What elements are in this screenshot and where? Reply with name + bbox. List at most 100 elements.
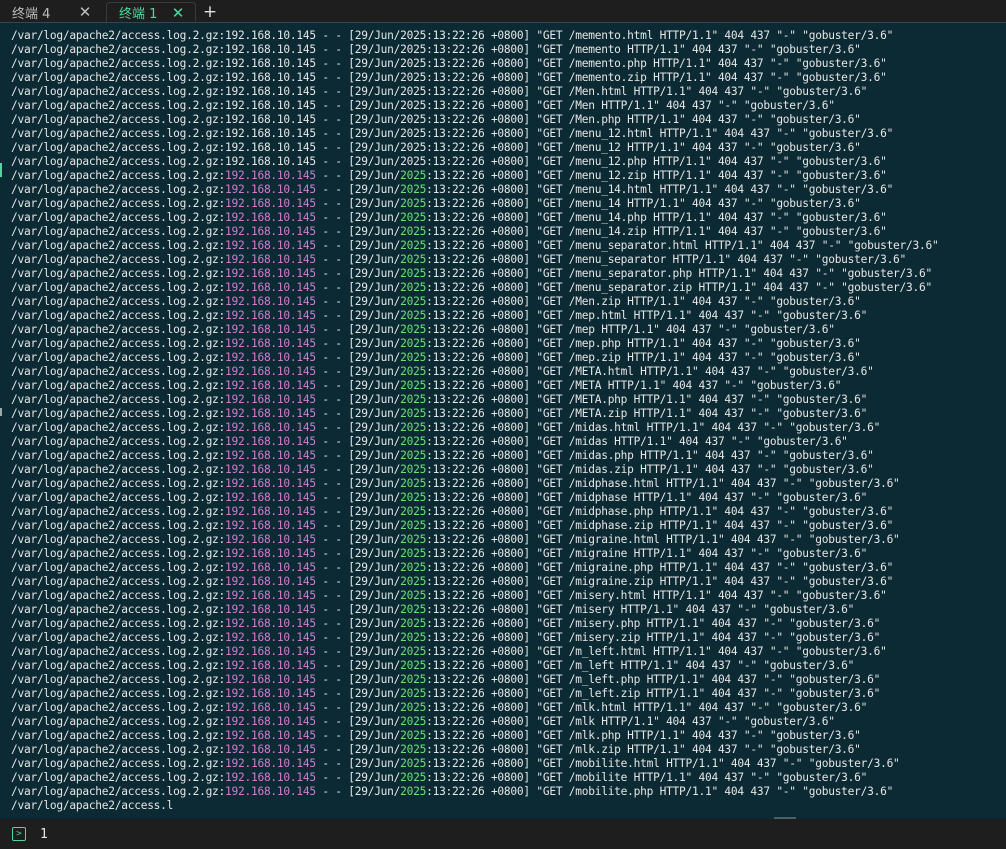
log-request: "GET /mobilite.html HTTP/1.1" 404 437 "-… (536, 757, 900, 770)
log-time: :13:22:26 +0800] (426, 645, 537, 658)
log-file-prefix: /var/log/apache2/access.log.2.gz: (11, 295, 226, 308)
log-file-prefix: /var/log/apache2/access.log.2.gz: (11, 211, 226, 224)
log-time: :13:22:26 +0800] (426, 505, 537, 518)
log-ip: 192.168.10.145 (225, 463, 316, 476)
log-file-prefix: /var/log/apache2/access.log.2.gz: (11, 57, 226, 70)
log-date: - - [29/Jun/ (315, 771, 401, 784)
log-date: - - [29/Jun/ (315, 197, 401, 210)
log-date: - - [29/Jun/ (315, 295, 401, 308)
log-line: /var/log/apache2/access.log.2.gz:192.168… (11, 771, 938, 785)
log-file-prefix: /var/log/apache2/access.log.2.gz: (11, 323, 226, 336)
log-request: "GET /menu_12.html HTTP/1.1" 404 437 "-"… (536, 127, 894, 140)
log-line: /var/log/apache2/access.log.2.gz:192.168… (11, 183, 938, 197)
log-request: "GET /Men.php HTTP/1.1" 404 437 "-" "gob… (536, 113, 861, 126)
close-icon[interactable]: ✕ (78, 5, 92, 20)
log-request: "GET /memento.html HTTP/1.1" 404 437 "-"… (536, 29, 894, 42)
log-line: /var/log/apache2/access.log.2.gz:192.168… (11, 519, 938, 533)
tab-terminal-1[interactable]: 终端 1 ✕ (106, 2, 196, 22)
log-line: /var/log/apache2/access.log.2.gz:192.168… (11, 337, 938, 351)
log-year: 2025 (400, 169, 427, 182)
log-request: "GET /mlk.html HTTP/1.1" 404 437 "-" "go… (536, 701, 868, 714)
log-request: "GET /migraine.php HTTP/1.1" 404 437 "-"… (536, 561, 894, 574)
log-year: 2025 (400, 309, 427, 322)
log-time: :13:22:26 +0800] (426, 603, 537, 616)
log-date: - - [29/Jun/ (315, 631, 401, 644)
log-time: :13:22:26 +0800] (426, 141, 537, 154)
log-ip: 192.168.10.145 (225, 785, 316, 798)
tab-label: 终端 4 (12, 6, 51, 22)
log-line: /var/log/apache2/access.log.2.gz:192.168… (11, 631, 938, 645)
log-ip: 192.168.10.145 (225, 771, 316, 784)
log-year: 2025 (400, 561, 427, 574)
log-ip: 192.168.10.145 (225, 449, 316, 462)
log-file-prefix: /var/log/apache2/access.log.2.gz: (11, 155, 226, 168)
log-date: - - [29/Jun/ (315, 785, 401, 798)
log-request: "GET /migraine.zip HTTP/1.1" 404 437 "-"… (536, 575, 894, 588)
log-date: - - [29/Jun/ (315, 687, 401, 700)
log-date: - - [29/Jun/ (315, 309, 401, 322)
log-request: "GET /menu_separator.php HTTP/1.1" 404 4… (536, 267, 932, 280)
log-request: "GET /Men.zip HTTP/1.1" 404 437 "-" "gob… (536, 295, 861, 308)
log-date: - - [29/Jun/ (315, 113, 401, 126)
log-date: - - [29/Jun/ (315, 155, 401, 168)
log-year: 2025 (400, 785, 427, 798)
log-line: /var/log/apache2/access.log.2.gz:192.168… (11, 505, 938, 519)
log-time: :13:22:26 +0800] (426, 589, 537, 602)
log-request: "GET /mobilite.php HTTP/1.1" 404 437 "-"… (536, 785, 894, 798)
log-request: "GET /migraine HTTP/1.1" 404 437 "-" "go… (536, 547, 868, 560)
log-ip: 192.168.10.145 (225, 267, 316, 280)
log-file-prefix: /var/log/apache2/access.log.2.gz: (11, 659, 226, 672)
log-date: - - [29/Jun/ (315, 743, 401, 756)
log-request: "GET /memento.php HTTP/1.1" 404 437 "-" … (536, 57, 887, 70)
log-line: /var/log/apache2/access.log.2.gz:192.168… (11, 309, 938, 323)
log-year: 2025 (400, 771, 427, 784)
log-file-prefix: /var/log/apache2/access.log.2.gz: (11, 127, 226, 140)
log-line: /var/log/apache2/access.log.2.gz:192.168… (11, 687, 938, 701)
log-ip: 192.168.10.145 (225, 365, 316, 378)
log-request: "GET /menu_12 HTTP/1.1" 404 437 "-" "gob… (536, 141, 861, 154)
log-year: 2025 (400, 463, 427, 476)
log-date: - - [29/Jun/ (315, 673, 401, 686)
log-date: - - [29/Jun/ (315, 141, 401, 154)
log-time: :13:22:26 +0800] (426, 393, 537, 406)
log-line: /var/log/apache2/access.log.2.gz:192.168… (11, 449, 938, 463)
log-request: "GET /menu_separator.zip HTTP/1.1" 404 4… (536, 281, 932, 294)
log-request: "GET /midas HTTP/1.1" 404 437 "-" "gobus… (536, 435, 848, 448)
tab-terminal-4[interactable]: 终端 4 ✕ (0, 2, 102, 22)
log-line: /var/log/apache2/access.log.2.gz:192.168… (11, 155, 938, 169)
terminal-output[interactable]: /var/log/apache2/access.log.2.gz:192.168… (0, 22, 1006, 819)
log-file-prefix: /var/log/apache2/access.log.2.gz: (11, 253, 226, 266)
log-date: - - [29/Jun/ (315, 323, 401, 336)
log-date: - - [29/Jun/ (315, 491, 401, 504)
log-file-prefix: /var/log/apache2/access.log.2.gz: (11, 309, 226, 322)
log-ip: 192.168.10.145 (225, 505, 316, 518)
log-year: 2025 (400, 239, 427, 252)
log-ip: 192.168.10.145 (225, 337, 316, 350)
log-date: - - [29/Jun/ (315, 729, 401, 742)
log-time: :13:22:26 +0800] (426, 435, 537, 448)
log-ip: 192.168.10.145 (225, 407, 316, 420)
close-icon[interactable]: ✕ (171, 5, 185, 20)
log-date: - - [29/Jun/ (315, 449, 401, 462)
log-line: /var/log/apache2/access.log.2.gz:192.168… (11, 267, 938, 281)
log-year: 2025 (400, 575, 427, 588)
plus-icon[interactable]: + (196, 2, 224, 22)
log-time: :13:22:26 +0800] (426, 281, 537, 294)
log-year: 2025 (400, 351, 427, 364)
log-file-prefix: /var/log/apache2/access.log.2.gz: (11, 589, 226, 602)
log-request: "GET /misery.zip HTTP/1.1" 404 437 "-" "… (536, 631, 881, 644)
log-line-partial: /var/log/apache2/access.l (11, 799, 174, 812)
log-time: :13:22:26 +0800] (426, 421, 537, 434)
log-line: /var/log/apache2/access.log.2.gz:192.168… (11, 253, 938, 267)
log-ip: 192.168.10.145 (225, 253, 316, 266)
log-file-prefix: /var/log/apache2/access.log.2.gz: (11, 407, 226, 420)
log-year: 2025 (400, 99, 427, 112)
tab-label: 终端 1 (119, 7, 158, 22)
log-date: - - [29/Jun/ (315, 351, 401, 364)
log-year: 2025 (400, 701, 427, 714)
terminal-input[interactable]: 1 (40, 827, 48, 842)
log-year: 2025 (400, 197, 427, 210)
log-line: /var/log/apache2/access.log.2.gz:192.168… (11, 491, 938, 505)
log-line: /var/log/apache2/access.log.2.gz:192.168… (11, 645, 938, 659)
log-year: 2025 (400, 393, 427, 406)
